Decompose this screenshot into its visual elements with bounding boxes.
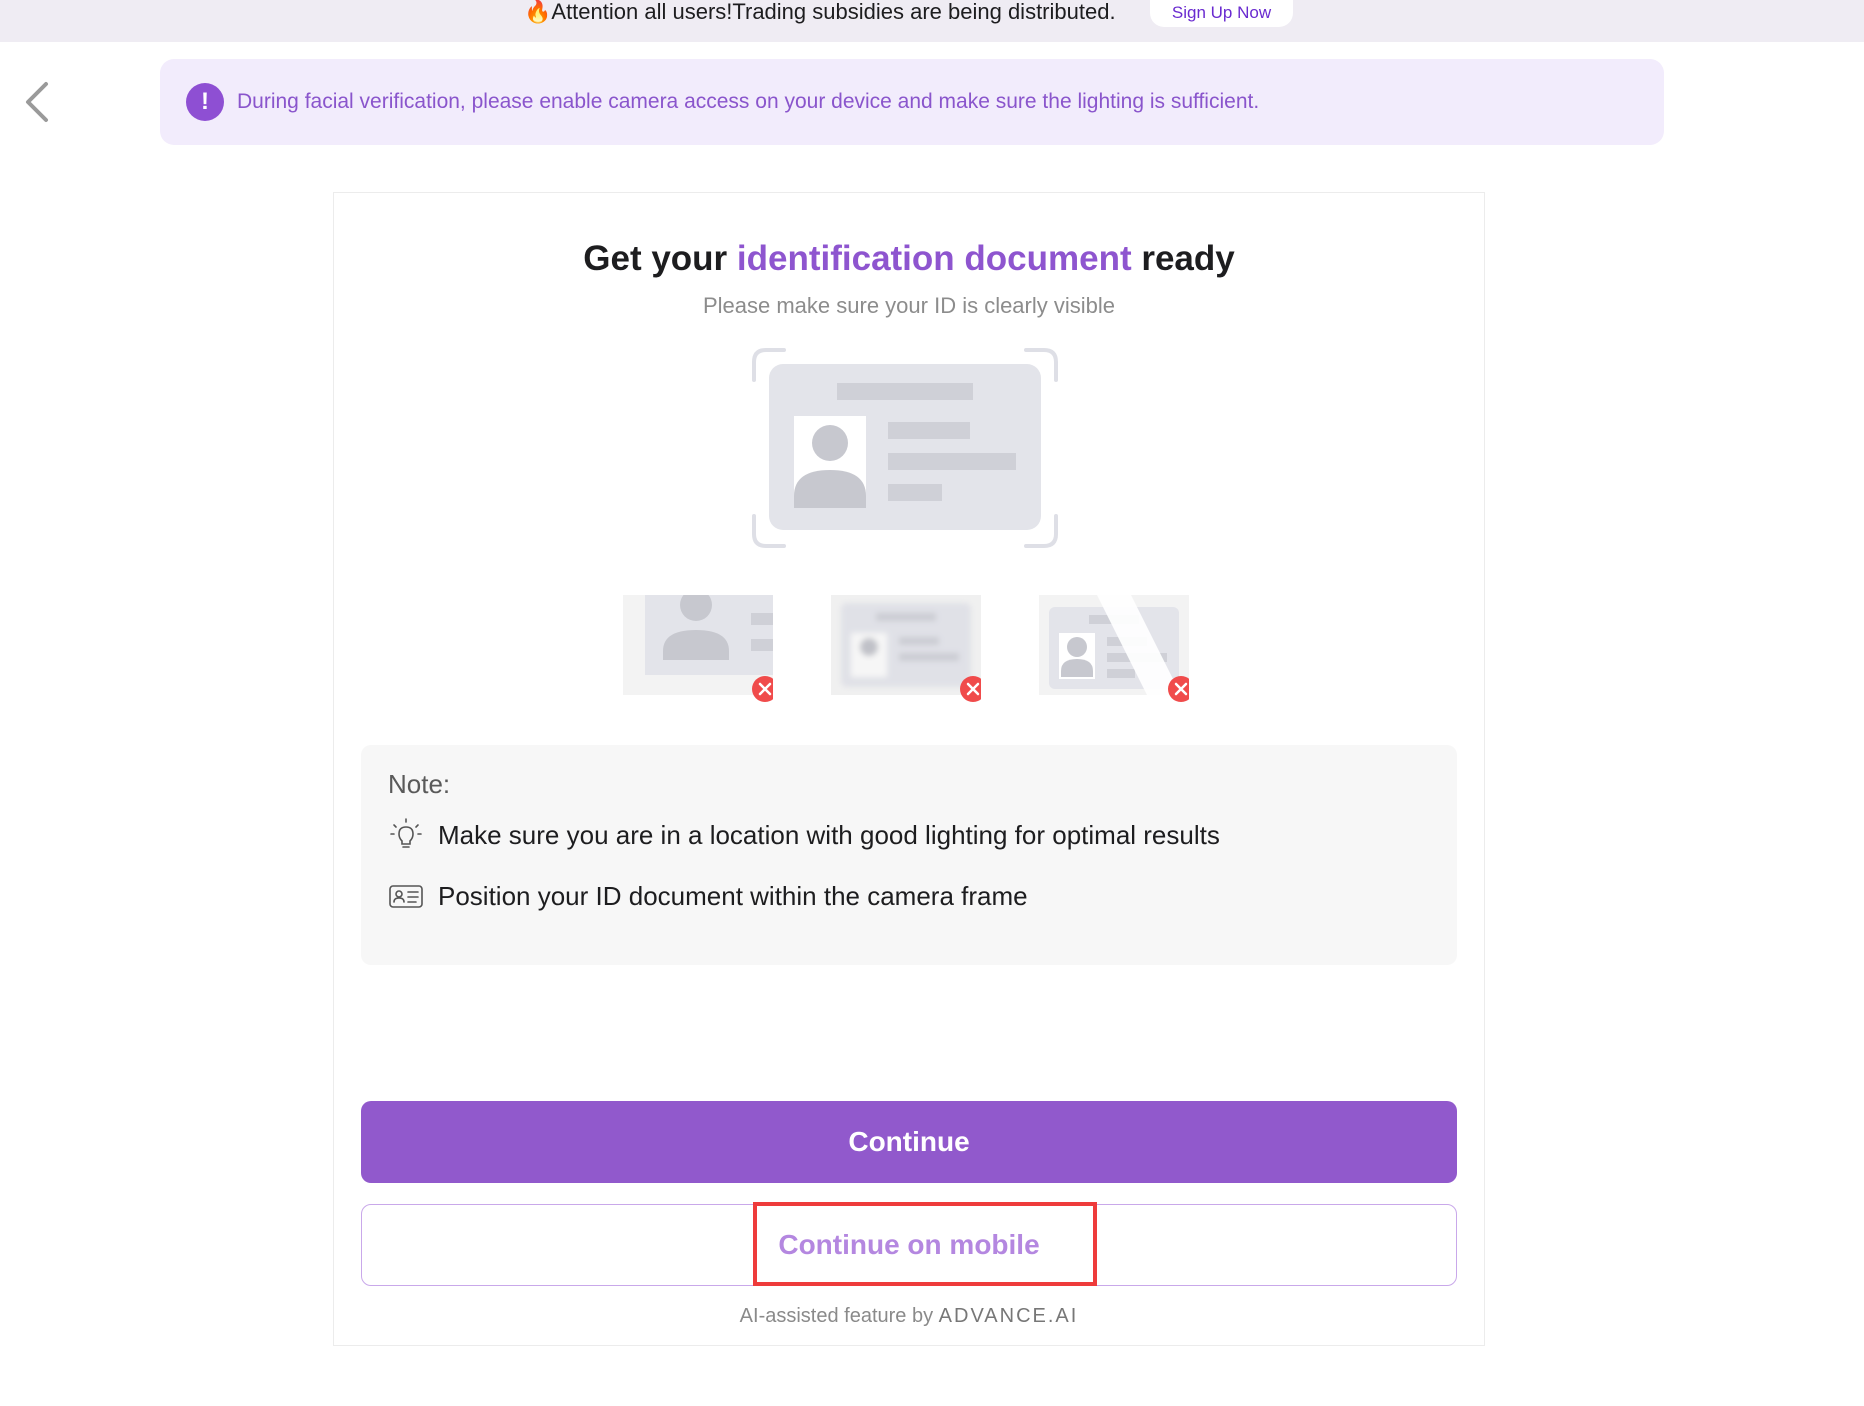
sign-up-button[interactable]: Sign Up Now [1150,0,1293,27]
title-prefix: Get your [583,239,737,278]
continue-button[interactable]: Continue [361,1101,1457,1183]
note-item-lighting: Make sure you are in a location with goo… [388,815,1220,855]
note-item-text: Position your ID document within the cam… [438,880,1028,911]
document-ready-card: Get your identification document ready P… [333,192,1485,1346]
glare-id-example [1039,595,1189,702]
note-item-text: Make sure you are in a location with goo… [438,819,1220,850]
page-title: Get your identification document ready [334,239,1484,279]
banner-text: During facial verification, please enabl… [237,90,1260,113]
footer-text: AI-assisted feature by [739,1305,939,1327]
id-card-illustration [752,348,1058,548]
blurry-id-example [831,595,981,702]
back-button[interactable] [22,80,52,124]
chevron-left-icon [26,82,48,122]
id-card-icon [389,885,423,908]
camera-notice-banner: ! During facial verification, please ena… [160,59,1664,145]
title-accent: identification document [736,239,1132,278]
exclamation-icon: ! [186,83,224,121]
bad-examples [334,595,1484,705]
cropped-id-example [623,595,773,702]
note-item-position: Position your ID document within the cam… [388,876,1028,916]
ai-feature-footer: AI-assisted feature by ADVANCE.AI [334,1305,1484,1328]
page-subtitle: Please make sure your ID is clearly visi… [702,293,1116,318]
announcement-text: 🔥Attention all users!Trading subsidies a… [524,0,1116,24]
note-box: Note: Make sure you are in a location wi… [361,745,1457,965]
lightbulb-icon [390,818,422,848]
announcement-bar: 🔥Attention all users!Trading subsidies a… [0,0,1864,42]
advance-ai-logo: ADVANCE.AI [938,1305,1079,1327]
note-title: Note: [388,769,451,799]
title-suffix: ready [1131,239,1235,278]
continue-on-mobile-button[interactable]: Continue on mobile [361,1204,1457,1286]
